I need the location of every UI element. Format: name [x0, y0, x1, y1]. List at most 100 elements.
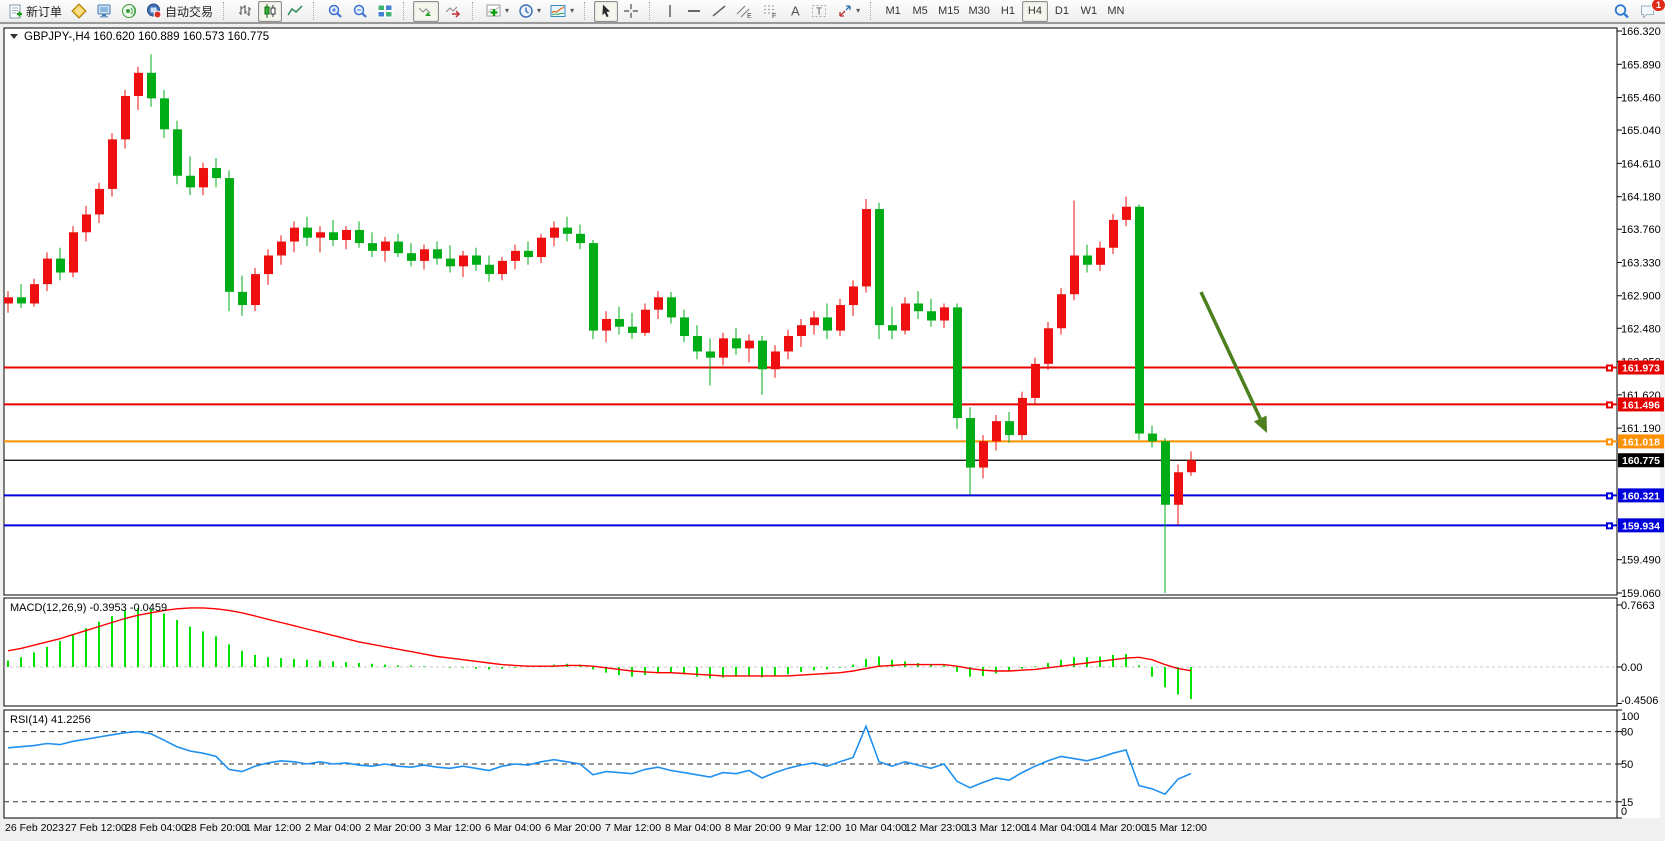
bull-candle [498, 261, 507, 274]
bear-candle [576, 234, 585, 243]
auto-scroll-icon [417, 3, 435, 19]
bull-candle [797, 325, 806, 336]
templates-button[interactable]: ▾ [546, 1, 578, 22]
fibonacci-button[interactable]: F [758, 1, 783, 22]
bull-candle [459, 255, 468, 266]
bear-candle [446, 259, 455, 267]
bull-candle [1031, 364, 1040, 398]
equidistant-channel-button[interactable]: E [732, 1, 757, 22]
timeframe-button-h4[interactable]: H4 [1022, 1, 1048, 22]
text-label-button[interactable]: T [807, 1, 832, 22]
bull-candle [1018, 398, 1027, 435]
equidistant-channel-icon: E [736, 3, 753, 19]
auto-trading-button[interactable]: 自动交易 [142, 1, 217, 22]
bull-candle [745, 341, 754, 349]
timeframe-button-m5[interactable]: M5 [907, 1, 933, 22]
bear-candle [355, 230, 364, 243]
timeframe-button-d1[interactable]: D1 [1049, 1, 1075, 22]
bear-candle [147, 73, 156, 99]
line-chart-button[interactable] [283, 1, 307, 22]
price-tick-label: 159.490 [1621, 555, 1661, 567]
bear-candle [680, 317, 689, 336]
trendline-button[interactable] [707, 1, 731, 22]
timeframe-button-m1[interactable]: M1 [880, 1, 906, 22]
crosshair-button[interactable] [619, 1, 643, 22]
bull-candle [1109, 220, 1118, 248]
bull-candle [602, 319, 611, 331]
timeframe-button-w1[interactable]: W1 [1076, 1, 1102, 22]
new-order-button[interactable]: 新订单 [4, 1, 66, 22]
charts-button[interactable] [67, 1, 91, 22]
bull-candle [849, 286, 858, 305]
timeframe-button-m30[interactable]: M30 [965, 1, 994, 22]
indicators-button[interactable]: ▾ [482, 1, 513, 22]
rsi-tick-label: 50 [1621, 759, 1633, 771]
bull-candle [1187, 460, 1196, 472]
rsi-label: RSI(14) 41.2256 [10, 714, 91, 726]
bear-candle [238, 292, 247, 305]
time-tick-label: 8 Mar 20:00 [725, 822, 781, 834]
periods-button[interactable]: ▾ [514, 1, 545, 22]
horizontal-line-icon [686, 3, 702, 19]
bear-candle [888, 325, 897, 330]
price-tick-label: 162.480 [1621, 323, 1661, 335]
timeframe-button-m15[interactable]: M15 [934, 1, 963, 22]
vertical-line-button[interactable] [659, 1, 681, 22]
time-tick-label: 6 Mar 20:00 [545, 822, 601, 834]
line-handle-center [1608, 403, 1611, 406]
new-order-icon [8, 4, 23, 19]
chart-title: GBPJPY-,H4 160.620 160.889 160.573 160.7… [24, 31, 269, 43]
timeframe-button-h1[interactable]: H1 [995, 1, 1021, 22]
arrows-button[interactable]: ▾ [833, 1, 864, 22]
bear-candle [329, 232, 338, 240]
text-button[interactable]: A [784, 1, 806, 22]
bear-candle [667, 297, 676, 317]
tile-windows-button[interactable] [373, 1, 397, 22]
bear-candle [1005, 421, 1014, 435]
bar-chart-button[interactable] [233, 1, 257, 22]
price-tag-label: 161.018 [1622, 436, 1660, 448]
bear-candle [927, 311, 936, 320]
time-tick-label: 27 Feb 12:00 [65, 822, 127, 834]
bear-candle [303, 228, 312, 238]
bull-candle [940, 307, 949, 320]
fibonacci-icon: F [762, 3, 779, 19]
periods-clock-icon [518, 3, 534, 19]
signals-button[interactable] [117, 1, 141, 22]
macd-tick-label: 0.00 [1621, 662, 1642, 674]
bear-candle [589, 243, 598, 330]
chart-shift-button[interactable] [440, 1, 466, 22]
macd-label: MACD(12,26,9) -0.3953 -0.0459 [10, 602, 167, 614]
line-chart-icon [287, 3, 303, 19]
zoom-out-button[interactable] [348, 1, 372, 22]
bull-candle [199, 168, 208, 187]
candlestick-chart-button[interactable] [258, 1, 282, 22]
horizontal-line-button[interactable] [682, 1, 706, 22]
time-tick-label: 3 Mar 12:00 [425, 822, 481, 834]
auto-scroll-button[interactable] [413, 1, 439, 22]
text-label-icon: T [811, 3, 828, 19]
svg-text:E: E [747, 13, 752, 19]
bull-candle [121, 96, 130, 139]
search-button[interactable] [1609, 1, 1634, 22]
macd-tick-label: -0.4506 [1621, 695, 1658, 707]
toolbar-separator [403, 2, 409, 20]
toolbar-separator [584, 2, 590, 20]
bull-candle [784, 336, 793, 351]
auto-trading-label: 自动交易 [165, 3, 213, 20]
zoom-in-button[interactable] [323, 1, 347, 22]
bull-candle [979, 441, 988, 467]
bull-candle [771, 351, 780, 369]
bull-candle [1044, 328, 1053, 364]
terminal-button[interactable] [92, 1, 116, 22]
toolbar-separator [649, 2, 655, 20]
timeframe-button-mn[interactable]: MN [1103, 1, 1129, 22]
cursor-button[interactable] [594, 1, 618, 22]
time-tick-label: 15 Mar 12:00 [1145, 822, 1207, 834]
time-tick-label: 9 Mar 12:00 [785, 822, 841, 834]
crosshair-icon [623, 3, 639, 19]
bull-candle [901, 303, 910, 330]
bar-chart-icon [237, 3, 253, 19]
bull-candle [69, 232, 78, 272]
notifications-button[interactable]: 1 [1635, 1, 1661, 22]
